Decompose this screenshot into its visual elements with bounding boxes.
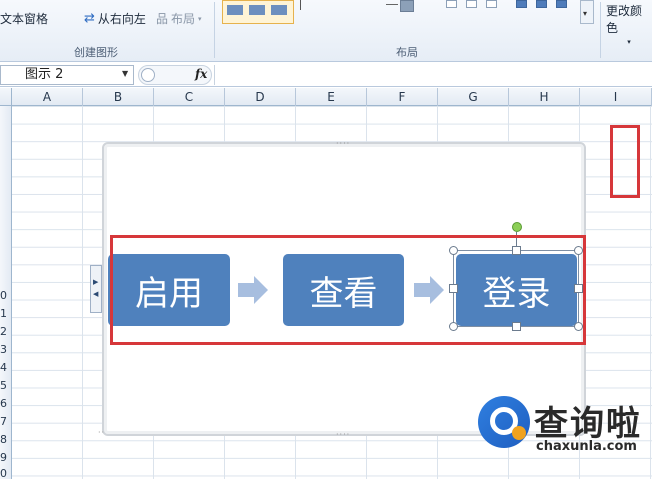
- row-header[interactable]: 0: [0, 288, 12, 303]
- name-box[interactable]: 图示 2: [0, 65, 134, 85]
- watermark: 查询啦 chaxunla.com: [474, 394, 652, 479]
- column-header[interactable]: F: [367, 88, 438, 106]
- layout-gallery-selected[interactable]: [222, 0, 294, 24]
- column-header[interactable]: A: [12, 88, 83, 106]
- magnifier-logo-icon: [478, 396, 530, 448]
- column-header[interactable]: C: [154, 88, 225, 106]
- chevron-down-icon: ▾: [583, 9, 588, 18]
- style-swatch[interactable]: [556, 0, 567, 8]
- row-headers: 0 1 2 3 4 5 6 7 8 9 0: [0, 106, 12, 479]
- resize-handle[interactable]: ····: [336, 430, 350, 439]
- formula-bar: 图示 2 ▼ fx: [0, 63, 652, 87]
- create-graphic-group-label: 创建图形: [74, 46, 118, 59]
- name-box-value: 图示 2: [25, 67, 64, 82]
- group-divider: [600, 2, 601, 58]
- gallery-scroll-button[interactable]: ▾: [580, 0, 594, 24]
- row-header[interactable]: 6: [0, 396, 12, 411]
- formula-input[interactable]: [214, 65, 652, 85]
- style-swatch[interactable]: [516, 0, 527, 8]
- row-header[interactable]: 9: [0, 450, 12, 465]
- cancel-circle-icon[interactable]: [141, 68, 155, 82]
- row-header[interactable]: 3: [0, 342, 12, 357]
- insert-function-button[interactable]: fx: [195, 67, 207, 81]
- layout-icon: 品: [156, 12, 169, 26]
- row-header[interactable]: 0: [0, 466, 12, 479]
- text-pane-label: 文本窗格: [0, 12, 49, 26]
- column-header[interactable]: B: [83, 88, 154, 106]
- right-to-left-button[interactable]: ⇄ 从右向左: [84, 10, 146, 27]
- formula-tools: fx: [138, 65, 212, 85]
- chevron-down-icon[interactable]: ▼: [122, 69, 128, 78]
- chevron-down-icon: ▾: [627, 38, 631, 46]
- change-colors-label: 更改颜色: [606, 4, 643, 35]
- text-pane-button[interactable]: 文本窗格: [0, 10, 48, 27]
- row-header[interactable]: 5: [0, 378, 12, 393]
- column-header[interactable]: E: [296, 88, 367, 106]
- column-headers: A B C D E F G H I: [0, 88, 652, 106]
- layout-button[interactable]: 品 布局 ▾: [156, 10, 202, 27]
- chevron-left-icon: ◀: [93, 290, 99, 298]
- color-swatch[interactable]: [446, 0, 457, 8]
- watermark-url: chaxunla.com: [536, 439, 637, 454]
- row-header[interactable]: 1: [0, 306, 12, 321]
- right-to-left-label: 从右向左: [97, 12, 146, 26]
- column-header[interactable]: H: [509, 88, 580, 106]
- chevron-down-icon: ▾: [198, 14, 202, 23]
- row-header[interactable]: 7: [0, 414, 12, 429]
- layout-label: 布局: [171, 12, 196, 26]
- watermark-title: 查询啦: [534, 404, 642, 444]
- row-header[interactable]: 4: [0, 360, 12, 375]
- change-colors-button[interactable]: 更改颜色 ▾: [606, 2, 652, 46]
- resize-handle[interactable]: ····: [336, 139, 350, 148]
- column-header[interactable]: I: [580, 88, 652, 106]
- layout-gallery-item[interactable]: [386, 0, 426, 16]
- color-swatch[interactable]: [486, 0, 497, 8]
- row-header[interactable]: 8: [0, 432, 12, 447]
- text-pane-toggle[interactable]: ▶ ◀: [90, 265, 102, 313]
- resize-handle[interactable]: ··: [98, 428, 105, 437]
- highlight-rectangle: [110, 235, 586, 345]
- style-swatch[interactable]: [536, 0, 547, 8]
- right-to-left-icon: ⇄: [84, 11, 95, 26]
- layouts-group-label: 布局: [396, 46, 418, 59]
- chevron-right-icon: ▶: [93, 278, 99, 286]
- color-swatch[interactable]: [466, 0, 477, 8]
- highlight-rectangle: [610, 125, 640, 198]
- ribbon: 文本窗格 ⇄ 从右向左 品 布局 ▾ 创建图形 ▾ 布局 更改颜色 ▾: [0, 0, 652, 62]
- layout-gallery-item[interactable]: [300, 0, 320, 10]
- row-header[interactable]: 2: [0, 324, 12, 339]
- column-header[interactable]: G: [438, 88, 509, 106]
- column-header[interactable]: D: [225, 88, 296, 106]
- group-divider: [214, 2, 215, 58]
- rotate-handle[interactable]: [512, 222, 522, 232]
- select-all-corner[interactable]: [0, 88, 12, 106]
